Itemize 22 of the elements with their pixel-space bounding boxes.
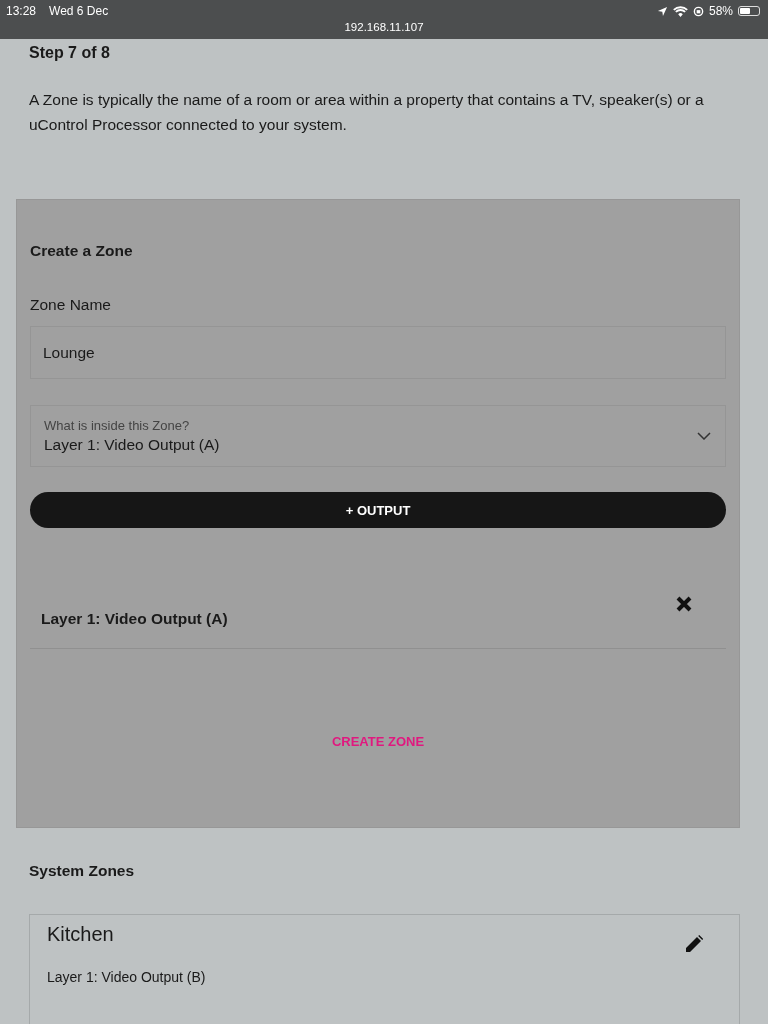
edit-icon[interactable] [685, 935, 703, 953]
zone-name: Kitchen [47, 923, 114, 946]
add-output-button[interactable]: + OUTPUT [30, 492, 726, 528]
battery-percent: 58% [708, 4, 733, 18]
field-label: Zone Name [30, 296, 112, 314]
panel-title: Create a Zone [30, 242, 134, 260]
section-title: System Zones [29, 862, 136, 880]
output-name: Layer 1: Video Output (A) [41, 610, 228, 628]
chevron-down-icon [697, 432, 711, 440]
orientation-lock-icon [692, 5, 704, 17]
zone-name-field[interactable]: Lounge [30, 326, 726, 379]
output-select[interactable]: What is inside this Zone? Layer 1: Video Output (A) [30, 405, 726, 467]
page-url: 192.168.11.107 [343, 21, 425, 33]
battery-icon [738, 6, 760, 16]
remove-icon[interactable] [676, 596, 692, 612]
intro-text: A Zone is typically the name of a room or area within a property that contains a TV, speaker(s) or a uControl Processor connected to your system. [29, 90, 705, 135]
location-icon [656, 5, 668, 17]
zone-output: Layer 1: Video Output (B) [47, 969, 207, 987]
status-time: 13:28 [6, 4, 37, 18]
wifi-icon [672, 5, 688, 17]
step-title: Step 7 of 8 [29, 44, 111, 62]
status-date: Wed 6 Dec [49, 4, 109, 18]
